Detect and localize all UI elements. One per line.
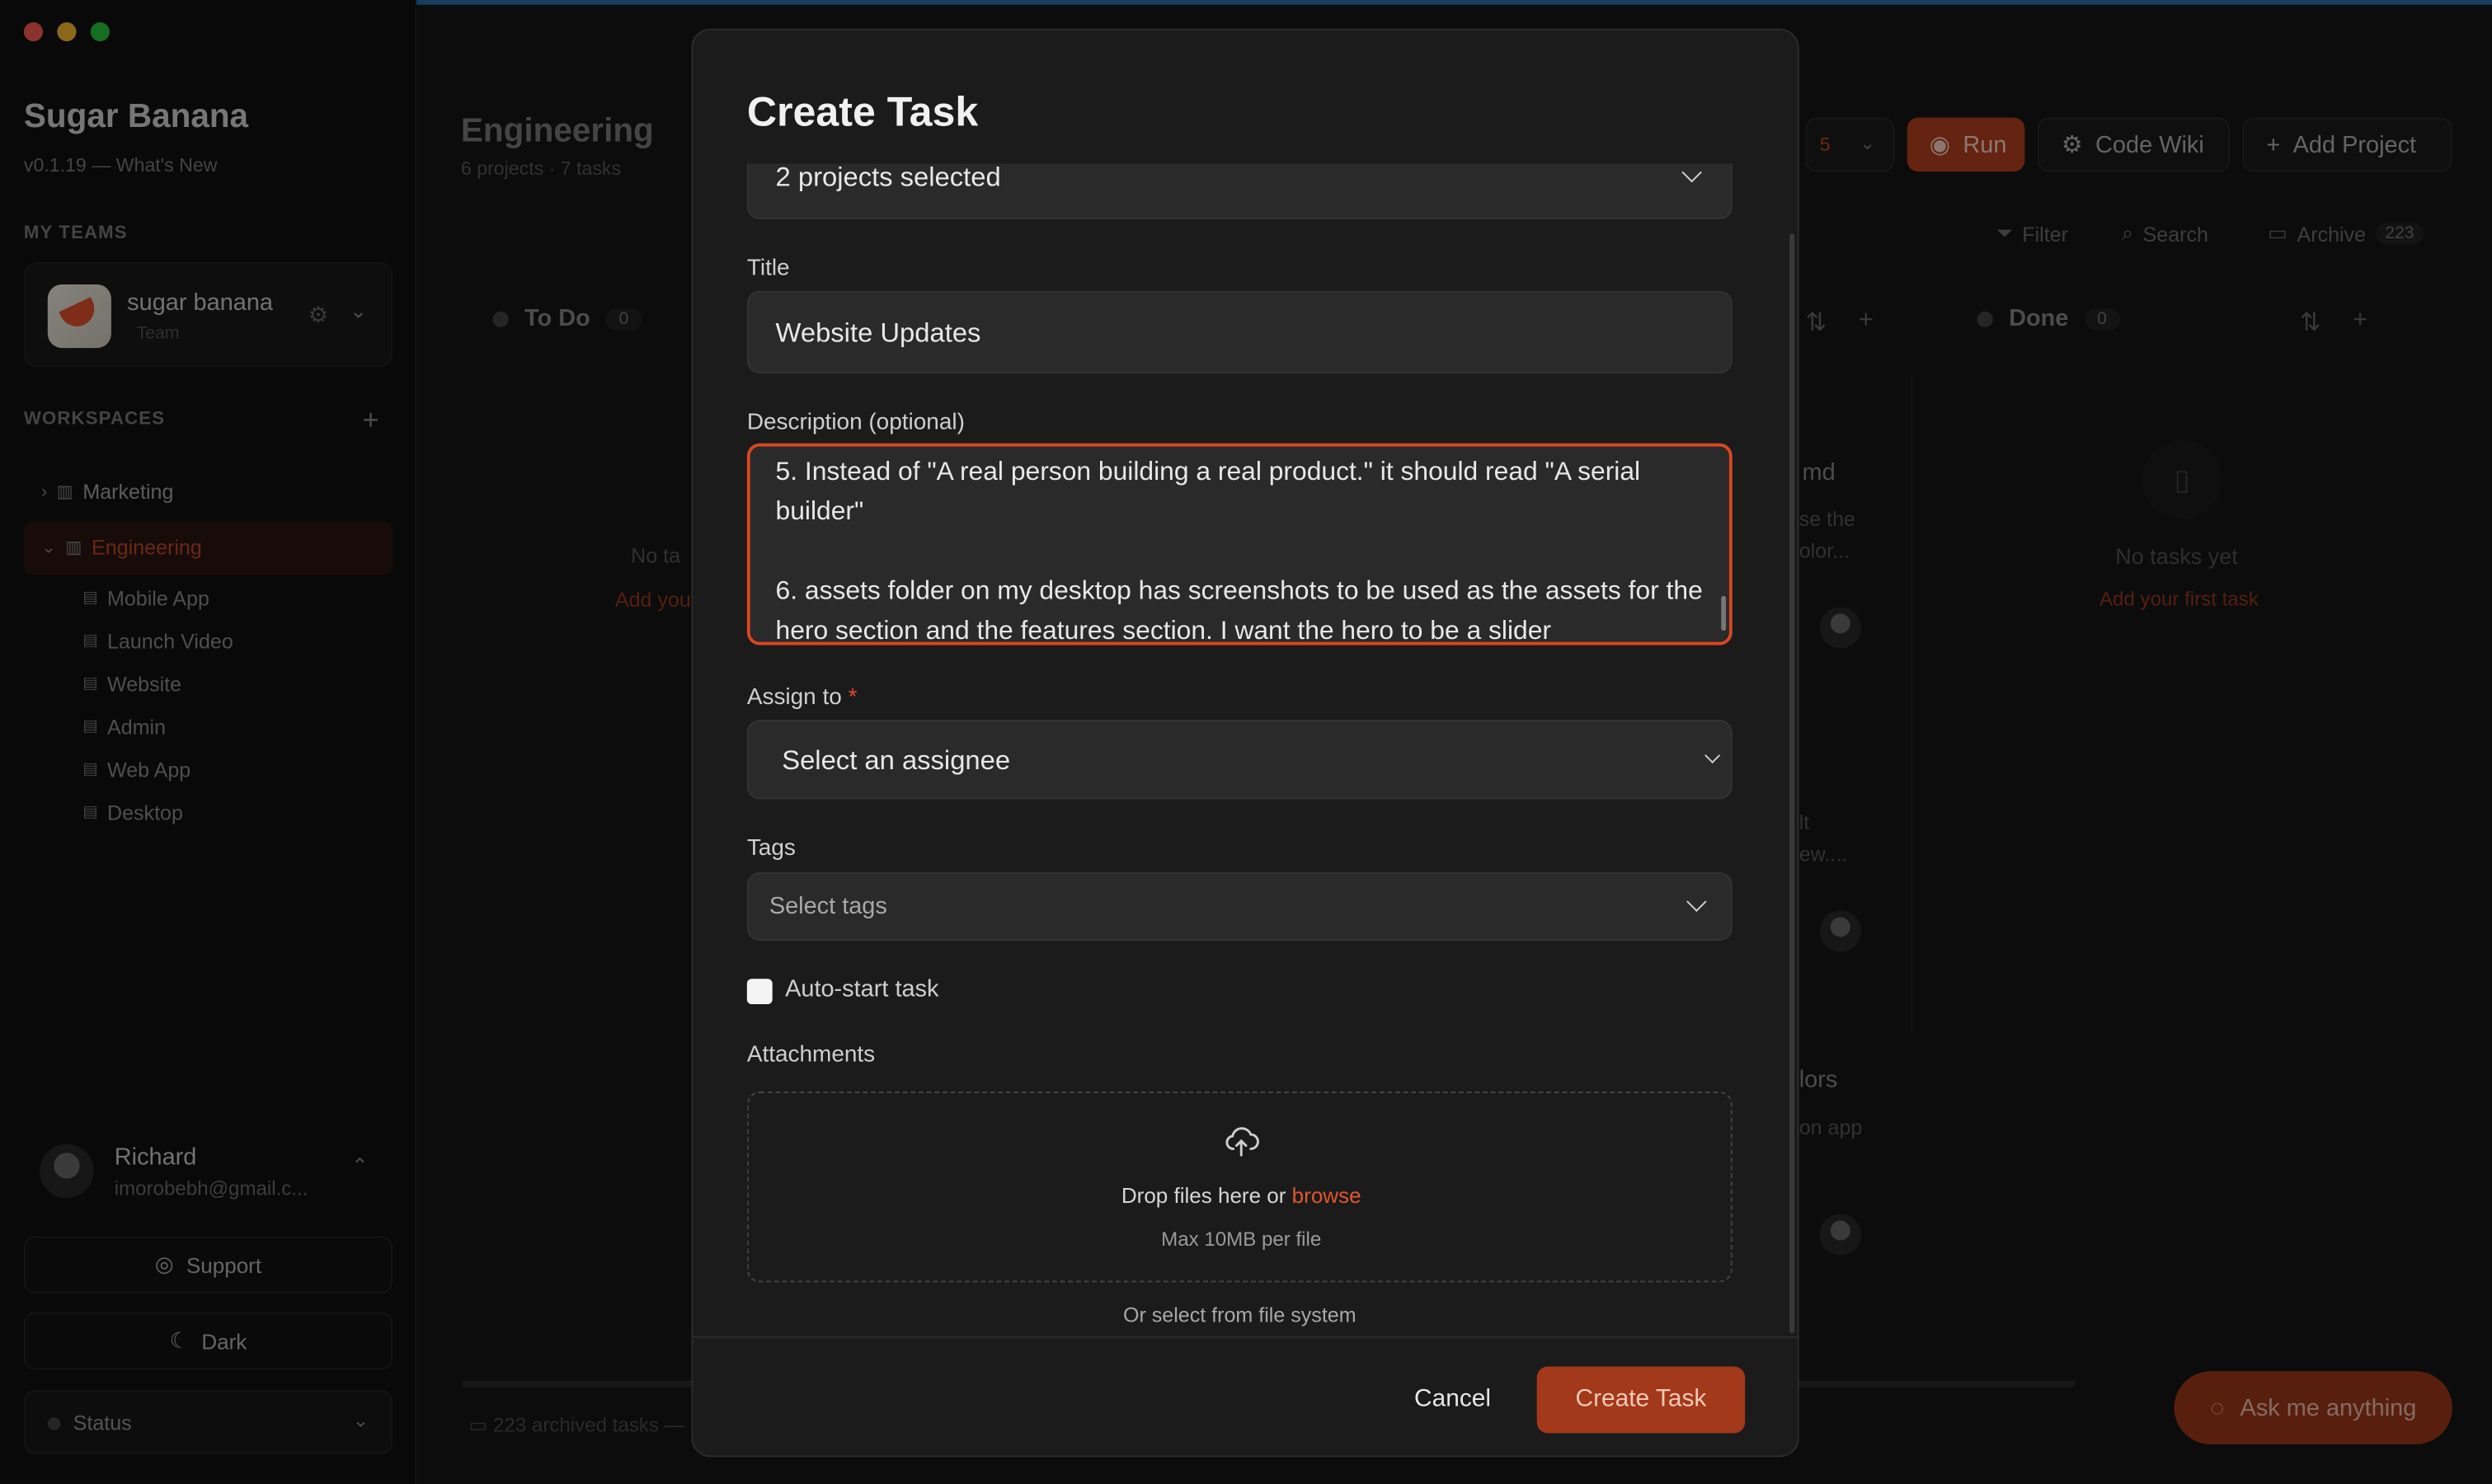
textarea-scrollbar[interactable] [1721,595,1727,632]
create-task-button[interactable]: Create Task [1536,1366,1746,1434]
chevron-down-icon [1686,891,1707,913]
title-input[interactable]: Website Updates [746,290,1733,373]
assignee-select-value: Select an assignee [782,744,1011,776]
create-task-dialog: Create Task 2 projects selected Title We… [691,28,1799,1458]
description-value: 5. Instead of "A real person building a … [775,458,1703,646]
drop-text: Drop files here or [1121,1183,1286,1208]
tags-label: Tags [746,835,796,862]
auto-start-checkbox[interactable] [746,979,773,1005]
tags-placeholder: Select tags [769,893,887,920]
dialog-title: Create Task [746,87,979,135]
drop-instructions: Drop files here or browse [749,1184,1734,1208]
dialog-footer: Cancel Create Task [693,1336,1798,1456]
assign-label: Assign to * [747,685,858,711]
attachments-label: Attachments [746,1042,876,1068]
description-label: Description (optional) [746,410,965,436]
description-textarea[interactable]: 5. Instead of "A real person building a … [746,443,1733,646]
title-label: Title [746,256,790,282]
cancel-button[interactable]: Cancel [1394,1369,1512,1430]
assignee-select[interactable]: Select an assignee [746,720,1733,800]
max-size-note: Max 10MB per file [1161,1228,1322,1251]
title-input-value: Website Updates [775,317,981,349]
tags-select[interactable]: Select tags [746,872,1733,941]
chevron-down-icon [1681,163,1702,183]
file-system-link[interactable]: Or select from file system [693,1303,1786,1327]
attachment-dropzone[interactable]: Drop files here or browse Max 10MB per f… [746,1092,1734,1283]
app-window: Sugar Banana v0.1.19 — What's New MY TEA… [0,0,2492,1484]
auto-start-label[interactable]: Auto-start task [785,975,938,1003]
projects-select[interactable]: 2 projects selected [746,163,1733,219]
browse-link[interactable]: browse [1292,1184,1361,1208]
required-marker: * [848,684,858,711]
chevron-down-icon [1704,747,1721,763]
upload-icon [1225,1127,1259,1157]
dialog-body: 2 projects selected Title Website Update… [693,163,1797,1336]
assign-label-text: Assign to [746,684,842,711]
projects-select-value: 2 projects selected [775,163,1001,193]
